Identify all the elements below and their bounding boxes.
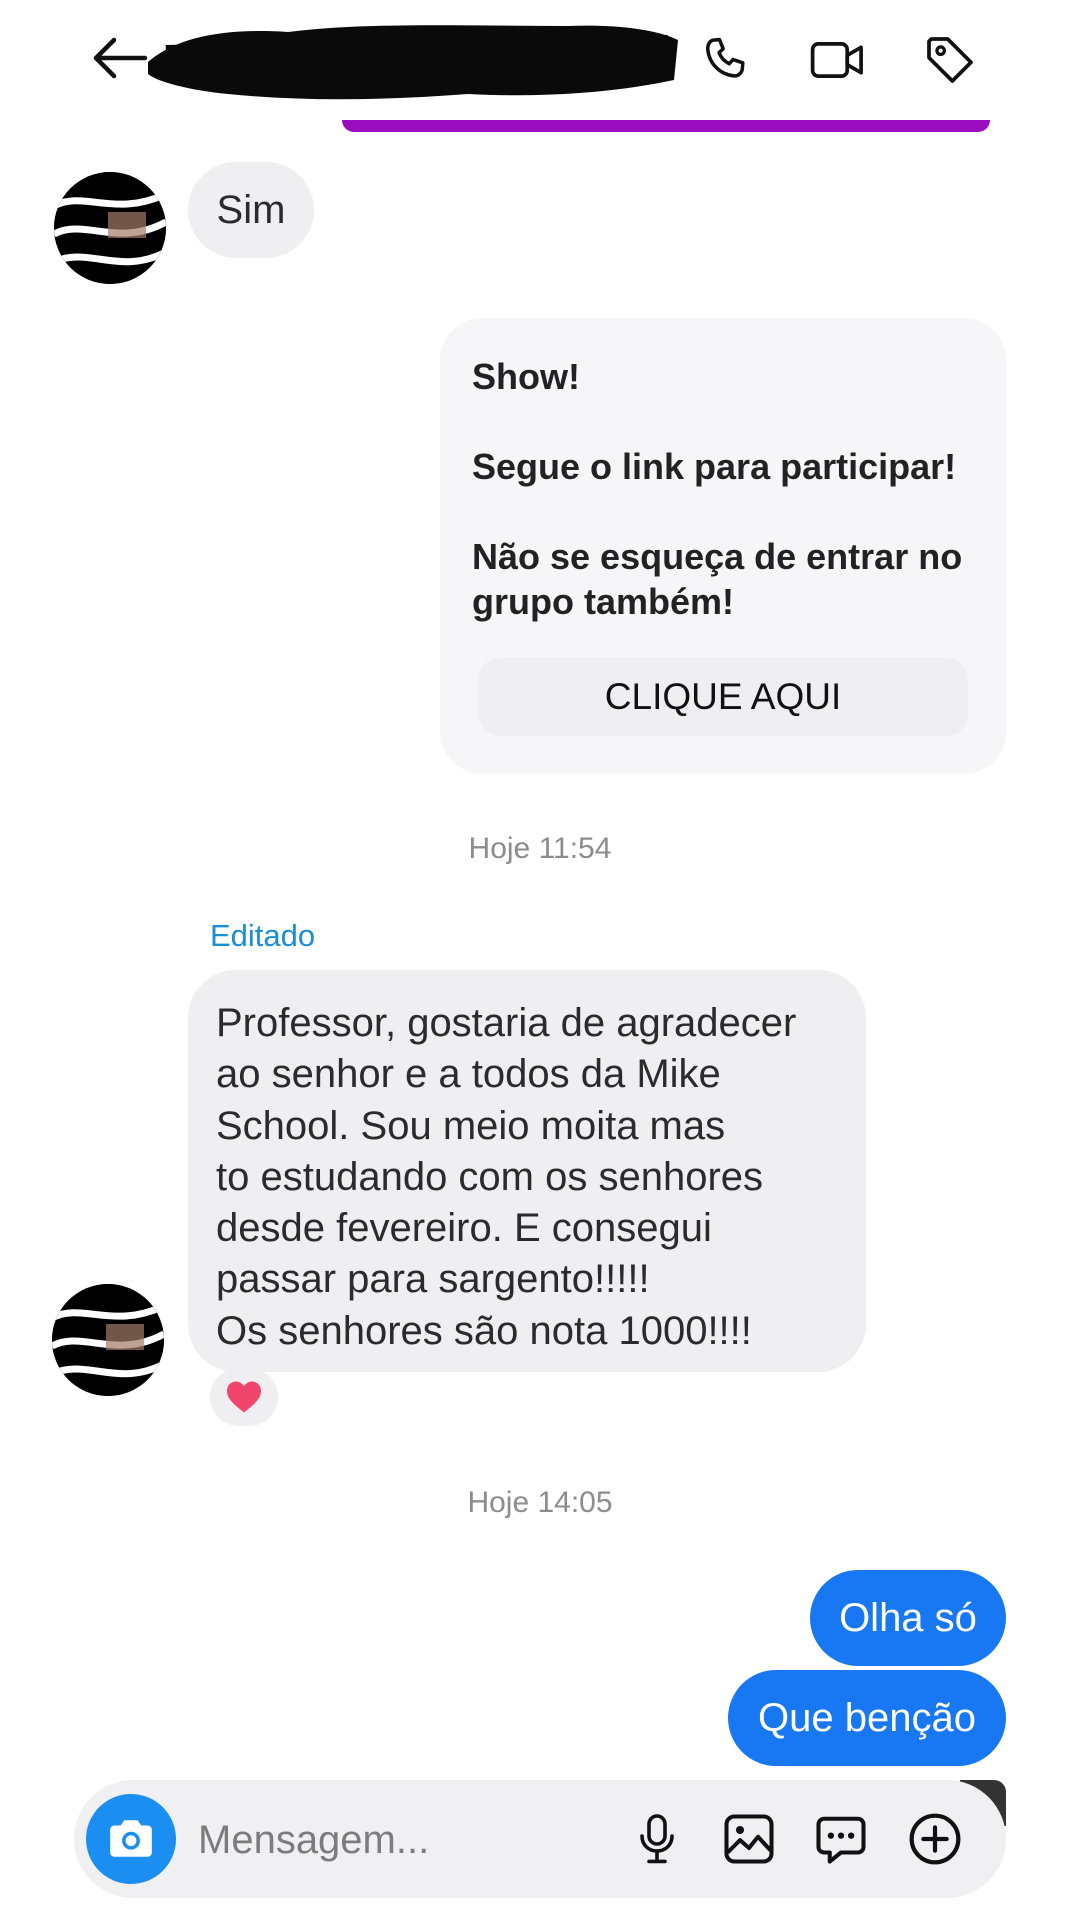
tag-icon (927, 37, 973, 83)
message-line: School. Sou meio moita mas (216, 1103, 726, 1148)
tag-button[interactable] (918, 28, 982, 92)
incoming-message[interactable]: Sim (188, 162, 314, 258)
more-button[interactable] (904, 1808, 966, 1870)
gallery-button[interactable] (718, 1808, 780, 1870)
voice-message-button[interactable] (626, 1808, 688, 1870)
contact-avatar[interactable] (52, 1284, 164, 1396)
image-icon (724, 1814, 774, 1864)
avatar-image (54, 172, 166, 284)
outgoing-link-card[interactable]: Show! Segue o link para participar! Não … (440, 318, 1006, 774)
chat-header (0, 0, 1080, 120)
message-composer (74, 1780, 1006, 1898)
card-line: Segue o link para participar! (472, 446, 957, 487)
heart-icon (227, 1381, 261, 1413)
incoming-message[interactable]: Professor, gostaria de agradecer ao senh… (188, 970, 866, 1372)
message-line: to estudando com os senhores (216, 1154, 764, 1199)
reaction-badge[interactable] (210, 1368, 278, 1426)
button-label: CLIQUE AQUI (604, 676, 842, 717)
plus-circle-icon (909, 1813, 961, 1865)
pinned-message-bar[interactable] (342, 120, 990, 132)
phone-icon (706, 37, 745, 78)
microphone-icon (640, 1814, 674, 1864)
sticker-chat-icon (816, 1816, 866, 1864)
video-call-button[interactable] (806, 28, 870, 92)
edited-label: Editado (210, 918, 316, 953)
timestamp: Hoje 11:54 (468, 832, 612, 865)
card-text: Show! Segue o link para participar! Não … (472, 354, 982, 624)
outgoing-message[interactable]: Olha só (810, 1570, 1006, 1666)
avatar-image (52, 1284, 164, 1396)
sticker-button[interactable] (810, 1808, 872, 1870)
camera-icon (110, 1820, 152, 1857)
call-button[interactable] (694, 28, 758, 92)
message-line: Os senhores são nota 1000!!!! (216, 1308, 752, 1353)
message-text: Que benção (758, 1695, 976, 1740)
timestamp: Hoje 14:05 (467, 1486, 613, 1519)
card-line: Show! (472, 356, 580, 397)
arrow-left-icon (93, 37, 148, 79)
message-line: passar para sargento!!!!! (216, 1257, 650, 1302)
message-line: ao senhor e a todos da Mike (216, 1052, 721, 1097)
message-input[interactable] (196, 1808, 630, 1872)
card-line: Não se esqueça de entrar no grupo também… (472, 536, 963, 622)
message-text: Olha só (839, 1595, 977, 1640)
contact-avatar[interactable] (54, 172, 166, 284)
redacted-contact-name[interactable] (148, 18, 678, 102)
video-camera-icon (810, 42, 863, 78)
clique-aqui-button[interactable]: CLIQUE AQUI (478, 658, 968, 736)
camera-button[interactable] (86, 1794, 176, 1884)
back-button[interactable] (88, 30, 150, 86)
message-line: Professor, gostaria de agradecer (216, 1001, 797, 1045)
outgoing-message[interactable]: Que benção (728, 1670, 1006, 1766)
message-text: Sim (216, 187, 286, 232)
message-line: desde fevereiro. E consegui (216, 1206, 712, 1251)
